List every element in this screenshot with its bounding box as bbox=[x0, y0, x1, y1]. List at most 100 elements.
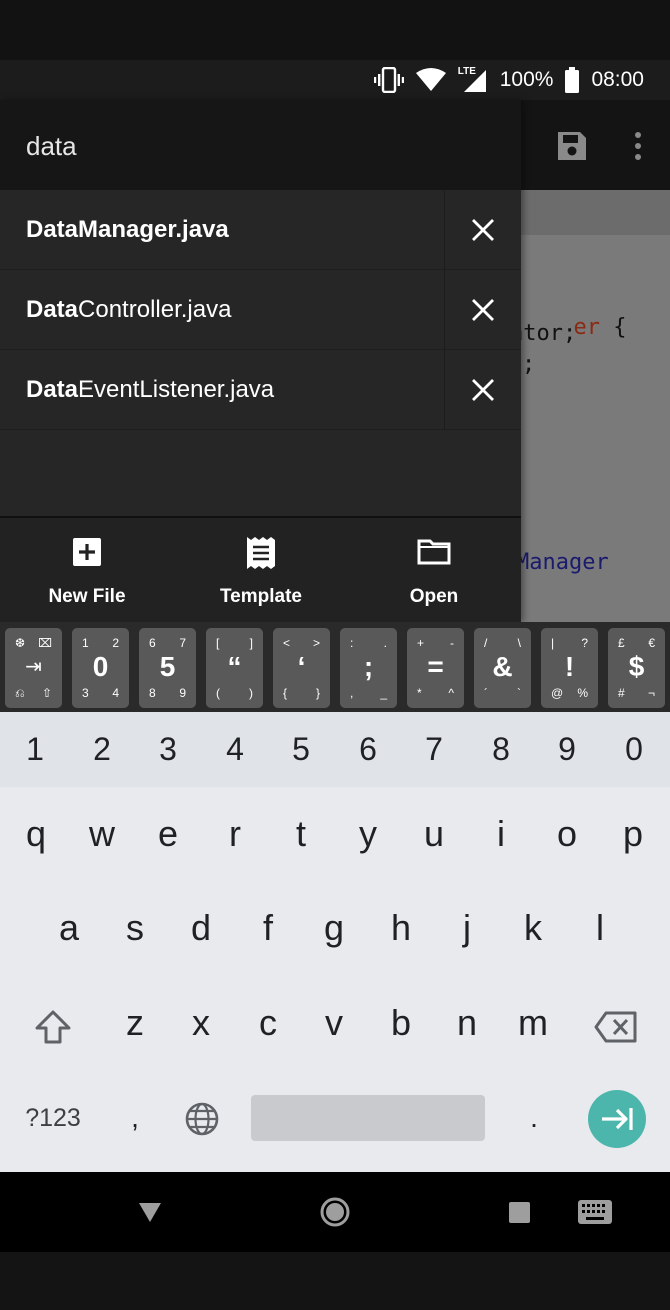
symbol-key[interactable]: < > {} ‘ bbox=[273, 628, 330, 708]
save-icon[interactable] bbox=[556, 130, 588, 162]
symbol-key-alt: 9 bbox=[179, 686, 186, 700]
number-key[interactable]: 3 bbox=[135, 712, 201, 787]
letter-key[interactable]: r bbox=[202, 786, 268, 882]
back-icon[interactable] bbox=[137, 1200, 163, 1224]
symbol-key-alt: - bbox=[450, 636, 454, 650]
symbol-key[interactable]: 6 7 8 95 bbox=[139, 628, 196, 708]
letter-key[interactable]: n bbox=[434, 975, 500, 1071]
letter-key[interactable]: e bbox=[135, 786, 201, 882]
letter-key[interactable]: p bbox=[600, 786, 666, 882]
symbol-key-main: ; bbox=[363, 651, 374, 682]
recents-icon[interactable] bbox=[509, 1202, 530, 1223]
letter-key[interactable]: k bbox=[500, 880, 566, 976]
letter-key[interactable]: w bbox=[69, 786, 135, 882]
new-file-button[interactable]: New File bbox=[0, 518, 174, 624]
letter-key[interactable]: t bbox=[268, 786, 334, 882]
result-item[interactable]: DataEventListener.java bbox=[0, 350, 521, 430]
symbol-key[interactable]: ❆ ⌧ ⎌ ⇧ ⇥ bbox=[5, 628, 62, 708]
result-match: DataManager.java bbox=[26, 216, 229, 243]
number-key[interactable]: 8 bbox=[468, 712, 534, 787]
symbol-key[interactable]: |? @%! bbox=[541, 628, 598, 708]
letter-key[interactable]: h bbox=[368, 880, 434, 976]
period-key[interactable]: . bbox=[501, 1095, 567, 1141]
letter-key[interactable]: s bbox=[102, 880, 168, 976]
symbol-key[interactable]: [] () “ bbox=[206, 628, 263, 708]
template-button[interactable]: Template bbox=[174, 518, 348, 624]
result-rest: Controller.java bbox=[78, 296, 232, 323]
letter-key[interactable]: l bbox=[567, 880, 633, 976]
number-key[interactable]: 0 bbox=[601, 712, 667, 787]
result-match: Data bbox=[26, 296, 79, 323]
symbol-key[interactable]: + - * ^ = bbox=[407, 628, 464, 708]
symbol-key-alt: ´ bbox=[484, 686, 488, 700]
symbol-key-alt: ` bbox=[517, 686, 521, 700]
symbol-key-main: $ bbox=[628, 651, 645, 682]
letter-key[interactable]: q bbox=[3, 786, 69, 882]
top-spacer bbox=[0, 0, 670, 60]
symbol-key[interactable]: :., _; bbox=[340, 628, 397, 708]
number-key[interactable]: 2 bbox=[69, 712, 135, 787]
letter-key[interactable]: v bbox=[301, 975, 367, 1071]
symbol-key-alt: ⌧ bbox=[38, 636, 52, 650]
number-key[interactable]: 9 bbox=[534, 712, 600, 787]
letter-key[interactable]: o bbox=[534, 786, 600, 882]
result-item[interactable]: DataController.java bbox=[0, 270, 521, 350]
search-input[interactable] bbox=[26, 128, 506, 164]
symbol-key-main: & bbox=[492, 651, 513, 682]
letter-key[interactable]: a bbox=[36, 880, 102, 976]
close-icon bbox=[472, 299, 494, 321]
symbol-key-alt: % bbox=[577, 686, 588, 700]
symbol-key-alt: 4 bbox=[112, 686, 119, 700]
letter-key[interactable]: d bbox=[168, 880, 234, 976]
symbol-key[interactable]: £ € # ¬ $ bbox=[608, 628, 665, 708]
number-key[interactable]: 4 bbox=[202, 712, 268, 787]
symbol-key-alt: ) bbox=[249, 686, 253, 700]
new-file-label: New File bbox=[48, 586, 126, 607]
letter-key[interactable]: y bbox=[335, 786, 401, 882]
letter-key[interactable]: f bbox=[235, 880, 301, 976]
backspace-icon[interactable] bbox=[594, 1010, 638, 1044]
shift-icon[interactable] bbox=[34, 1009, 72, 1045]
letter-key[interactable]: x bbox=[168, 975, 234, 1071]
remove-result-button[interactable] bbox=[445, 350, 521, 430]
comma-key[interactable]: , bbox=[102, 1095, 168, 1141]
symbol-key-main: ! bbox=[564, 651, 575, 682]
keyboard-icon[interactable] bbox=[578, 1200, 612, 1224]
close-icon bbox=[472, 219, 494, 241]
symbol-key-alt: * bbox=[417, 686, 422, 700]
letter-key[interactable]: b bbox=[368, 975, 434, 1071]
result-label: DataManager.java bbox=[26, 190, 229, 270]
more-options-icon[interactable] bbox=[628, 130, 648, 162]
symbol-key[interactable]: 1 2 3 40 bbox=[72, 628, 129, 708]
number-key[interactable]: 5 bbox=[268, 712, 334, 787]
open-button[interactable]: Open bbox=[347, 518, 521, 624]
symbol-key-main: 0 bbox=[92, 651, 109, 682]
number-key[interactable]: 7 bbox=[401, 712, 467, 787]
letter-key[interactable]: c bbox=[235, 975, 301, 1071]
home-icon[interactable] bbox=[319, 1196, 351, 1228]
symbol-key-alt: { bbox=[283, 686, 288, 700]
remove-result-button[interactable] bbox=[445, 270, 521, 350]
symbol-key[interactable]: / \ ´ ` & bbox=[474, 628, 531, 708]
number-key[interactable]: 6 bbox=[335, 712, 401, 787]
symbol-key-alt: \ bbox=[517, 636, 521, 650]
globe-icon[interactable] bbox=[184, 1101, 220, 1137]
letter-key[interactable]: j bbox=[434, 880, 500, 976]
letter-key[interactable]: z bbox=[102, 975, 168, 1071]
symbol-key-alt: 8 bbox=[149, 686, 156, 700]
letter-key[interactable]: m bbox=[500, 975, 566, 1071]
enter-key[interactable] bbox=[588, 1090, 646, 1148]
remove-result-button[interactable] bbox=[445, 190, 521, 270]
symbols-key[interactable]: ?123 bbox=[18, 1095, 88, 1141]
letter-key[interactable]: i bbox=[468, 786, 534, 882]
cell-signal-icon: LTE bbox=[458, 66, 488, 94]
symbol-key-alt: 3 bbox=[82, 686, 89, 700]
panel-actions: New File Template Open bbox=[0, 516, 521, 622]
symbol-key-alt: _ bbox=[380, 686, 387, 700]
letter-key[interactable]: u bbox=[401, 786, 467, 882]
letter-key[interactable]: g bbox=[301, 880, 367, 976]
result-item[interactable]: DataManager.java bbox=[0, 190, 521, 270]
space-key[interactable] bbox=[251, 1095, 485, 1141]
result-match: Data bbox=[26, 376, 79, 403]
number-key[interactable]: 1 bbox=[2, 712, 68, 787]
